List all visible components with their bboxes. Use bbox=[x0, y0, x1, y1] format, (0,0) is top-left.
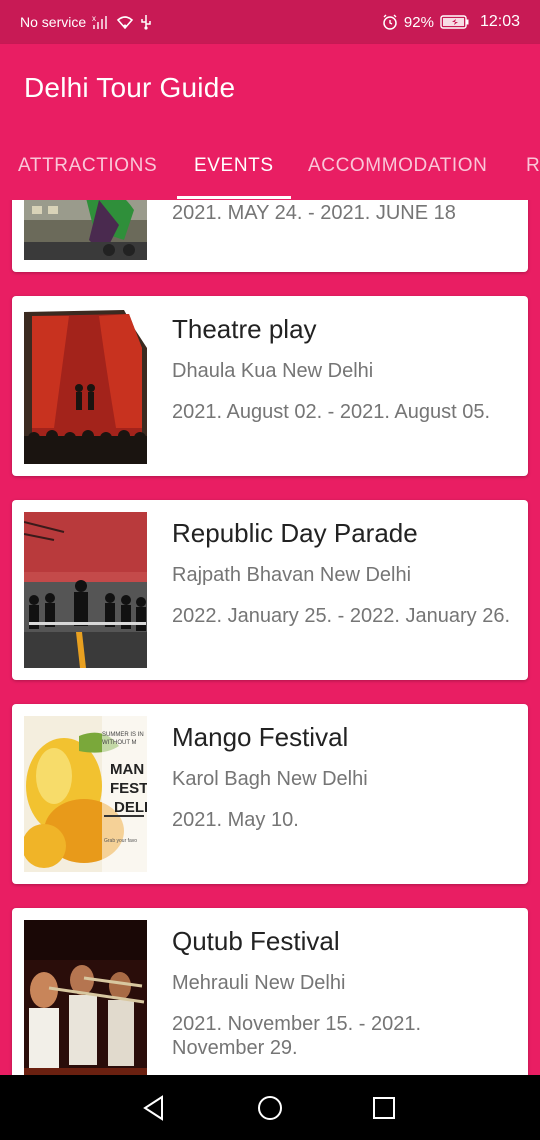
event-dates: 2021. MAY 24. - 2021. JUNE 18 bbox=[172, 202, 456, 224]
battery-icon bbox=[440, 15, 470, 29]
event-card[interactable]: SUMMER IS IN WITHOUT M MAN FESTI DELI Gr… bbox=[12, 704, 528, 884]
wifi-icon bbox=[116, 15, 134, 29]
tab-more[interactable]: R bbox=[526, 132, 540, 200]
event-thumbnail bbox=[24, 308, 147, 464]
no-signal-icon: x bbox=[92, 15, 110, 29]
app-bar: Delhi Tour Guide bbox=[0, 44, 540, 132]
event-dates: 2021. May 10. bbox=[172, 809, 299, 831]
event-location: Mehrauli New Delhi bbox=[172, 972, 346, 994]
poster-tagline: SUMMER IS IN WITHOUT M bbox=[102, 732, 144, 746]
event-thumbnail bbox=[23, 512, 147, 668]
home-icon[interactable] bbox=[253, 1091, 287, 1125]
app-title: Delhi Tour Guide bbox=[24, 72, 236, 103]
poster-title: MAN FESTI DELI bbox=[110, 761, 147, 816]
svg-text:x: x bbox=[92, 15, 96, 23]
alarm-icon bbox=[382, 14, 398, 30]
carrier-text: No service bbox=[20, 14, 87, 30]
event-title: Mango Festival bbox=[172, 722, 349, 752]
event-dates: 2022. January 25. - 2022. January 26. bbox=[172, 605, 511, 627]
event-thumbnail bbox=[24, 920, 147, 1075]
event-dates: 2021. August 02. - 2021. August 05. bbox=[172, 401, 491, 423]
event-list[interactable]: 2021. MAY 24. - 2021. JUNE 18 Theatre pl… bbox=[0, 200, 540, 1075]
event-card[interactable]: Theatre play Dhaula Kua New Delhi 2021. … bbox=[12, 296, 528, 476]
tab-indicator bbox=[177, 196, 291, 199]
system-nav-bar bbox=[0, 1075, 540, 1140]
event-thumbnail: SUMMER IS IN WITHOUT M MAN FESTI DELI Gr… bbox=[24, 716, 147, 872]
clock: 12:03 bbox=[479, 13, 520, 30]
event-thumbnail bbox=[24, 200, 147, 260]
recents-icon[interactable] bbox=[367, 1091, 401, 1125]
event-location: Rajpath Bhavan New Delhi bbox=[172, 564, 412, 586]
event-location: Dhaula Kua New Delhi bbox=[172, 360, 374, 382]
status-bar: No service x 92% 12:03 bbox=[0, 0, 540, 44]
tab-attractions[interactable]: ATTRACTIONS bbox=[18, 132, 157, 200]
event-title: Theatre play bbox=[172, 314, 317, 344]
event-card[interactable]: Republic Day Parade Rajpath Bhavan New D… bbox=[12, 500, 528, 680]
event-card[interactable]: 2021. MAY 24. - 2021. JUNE 18 bbox=[12, 200, 528, 272]
back-icon[interactable] bbox=[137, 1091, 171, 1125]
event-title: Republic Day Parade bbox=[172, 518, 418, 548]
event-card[interactable]: Qutub Festival Mehrauli New Delhi 2021. … bbox=[12, 908, 528, 1075]
usb-icon bbox=[140, 14, 152, 30]
event-title: Qutub Festival bbox=[172, 926, 340, 956]
event-location: Karol Bagh New Delhi bbox=[172, 768, 368, 790]
tab-accommodation[interactable]: ACCOMMODATION bbox=[308, 132, 488, 200]
tab-bar: ATTRACTIONS EVENTS ACCOMMODATION R bbox=[0, 132, 540, 200]
event-dates: 2021. November 15. - 2021. November 29. bbox=[172, 1013, 422, 1059]
tab-events[interactable]: EVENTS bbox=[194, 132, 274, 200]
poster-footer: Grab your favo bbox=[104, 838, 138, 844]
battery-percent: 92% bbox=[403, 13, 434, 31]
